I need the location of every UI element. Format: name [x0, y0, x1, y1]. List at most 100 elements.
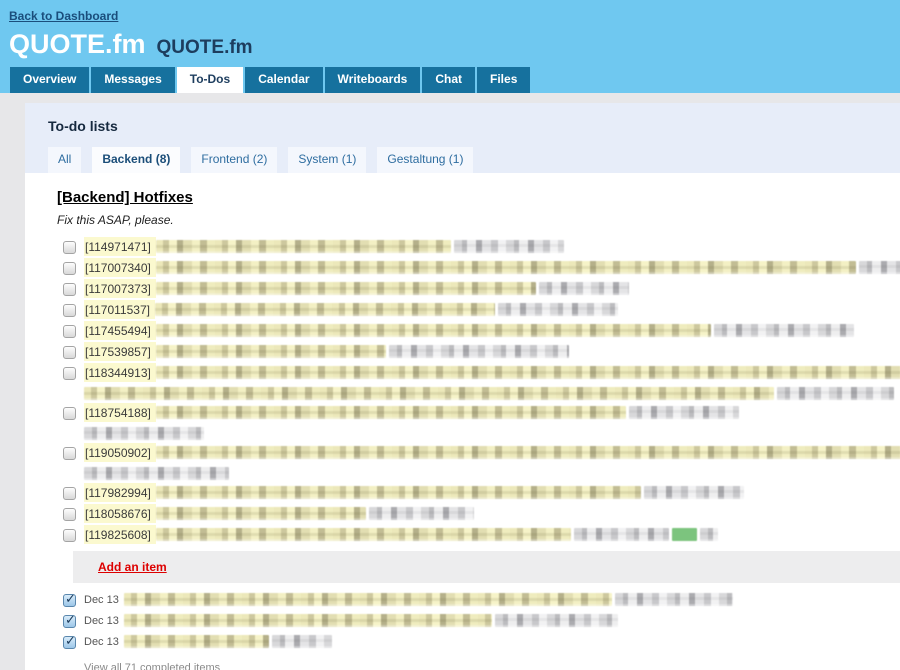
- todo-item-highlight: [114971471]: [84, 237, 156, 256]
- todo-item: [117007373]: [63, 282, 900, 296]
- completed-checkbox[interactable]: [63, 636, 76, 649]
- redacted-text-plain: [629, 406, 739, 419]
- redacted-text-plain: [644, 486, 744, 499]
- todo-checkbox[interactable]: [63, 367, 76, 380]
- tab-messages[interactable]: Messages: [91, 67, 174, 93]
- todo-checkbox[interactable]: [63, 346, 76, 359]
- todo-panel: To-do lists All Backend (8) Frontend (2) Sy…: [25, 103, 900, 670]
- todo-item-id: [117455494]: [85, 324, 154, 338]
- tab-calendar[interactable]: Calendar: [245, 67, 322, 93]
- redacted-text-plain: [777, 387, 894, 400]
- todo-item-line: [84, 427, 739, 441]
- todo-item: [117007340]: [63, 261, 900, 275]
- project-name: QUOTE.fm: [157, 37, 253, 59]
- todo-item-text: [117455494]: [84, 324, 854, 338]
- project-header: Back to Dashboard QUOTE.fm QUOTE.fm Over…: [0, 0, 900, 93]
- tab-to-dos[interactable]: To-Dos: [177, 67, 243, 93]
- todo-item-id: [117011537]: [85, 303, 153, 317]
- redacted-text-plain: [454, 240, 564, 253]
- todo-item-text: [117007340]: [84, 261, 900, 275]
- redacted-text-highlighted: [156, 261, 856, 274]
- todo-item: [119050902]: [63, 446, 900, 481]
- app-logo[interactable]: QUOTE.fm: [9, 29, 146, 60]
- todo-item-highlight: [117982994]: [84, 483, 156, 502]
- todo-checkbox[interactable]: [63, 447, 76, 460]
- redacted-text-highlighted: [156, 406, 626, 419]
- redacted-text-highlighted: [156, 345, 386, 358]
- add-item-link[interactable]: Add an item: [98, 560, 167, 574]
- todo-item-line: [117007340]: [84, 261, 900, 275]
- todo-item: [117011537]: [63, 303, 900, 317]
- todo-checkbox[interactable]: [63, 241, 76, 254]
- tab-files[interactable]: Files: [477, 67, 530, 93]
- redacted-text-highlighted: [155, 303, 495, 316]
- todo-items: [114971471] [117007340] [117007373] [117…: [57, 240, 900, 542]
- back-row: Back to Dashboard: [0, 0, 900, 28]
- todo-item-line: [117007373]: [84, 282, 629, 296]
- tab-writeboards[interactable]: Writeboards: [325, 67, 421, 93]
- todo-checkbox[interactable]: [63, 325, 76, 338]
- list-content: [Backend] Hotfixes Fix this ASAP, please…: [25, 173, 900, 670]
- todo-item-text: [117007373]: [84, 282, 629, 296]
- todo-item-line: [118344913]: [84, 366, 900, 380]
- todo-item-line: [84, 387, 900, 401]
- redacted-text-plain: [498, 303, 618, 316]
- todo-item-id: [118754188]: [85, 406, 154, 420]
- redacted-text-highlighted: [124, 635, 269, 648]
- redacted-text-plain: [714, 324, 854, 337]
- todo-checkbox[interactable]: [63, 407, 76, 420]
- filter-backend-8[interactable]: Backend (8): [92, 147, 180, 173]
- completed-item: Dec 13: [63, 635, 900, 649]
- redacted-text-plain: [700, 528, 718, 541]
- filter-frontend-2[interactable]: Frontend (2): [191, 147, 277, 173]
- todo-item-id: [117982994]: [85, 486, 154, 500]
- redacted-text-highlighted: [156, 324, 711, 337]
- page-body: To-do lists All Backend (8) Frontend (2) Sy…: [0, 93, 900, 670]
- redacted-text-plain: [574, 528, 669, 541]
- list-title[interactable]: [Backend] Hotfixes: [57, 189, 193, 206]
- redacted-text-plain: [859, 261, 900, 274]
- completed-items: Dec 13Dec 13Dec 13: [57, 593, 900, 649]
- app-window: Back to Dashboard QUOTE.fm QUOTE.fm Over…: [0, 0, 900, 670]
- view-all-completed-link[interactable]: View all 71 completed items: [84, 662, 220, 670]
- filter-all[interactable]: All: [48, 147, 81, 173]
- todo-checkbox[interactable]: [63, 304, 76, 317]
- todo-checkbox[interactable]: [63, 487, 76, 500]
- todo-item: [117455494]: [63, 324, 900, 338]
- todo-item-line: [117539857]: [84, 345, 569, 359]
- todo-checkbox[interactable]: [63, 283, 76, 296]
- filter-gestaltung-1[interactable]: Gestaltung (1): [377, 147, 473, 173]
- todo-item-text: [117539857]: [84, 345, 569, 359]
- todo-checkbox[interactable]: [63, 262, 76, 275]
- todo-item-highlight: [117539857]: [84, 342, 156, 361]
- completed-item: Dec 13: [63, 593, 900, 607]
- completed-checkbox[interactable]: [63, 615, 76, 628]
- completed-date: Dec 13: [84, 593, 124, 606]
- section-title: To-do lists: [48, 118, 118, 134]
- todo-item-id: [117539857]: [85, 345, 154, 359]
- completed-checkbox[interactable]: [63, 594, 76, 607]
- todo-checkbox[interactable]: [63, 529, 76, 542]
- filter-system-1[interactable]: System (1): [288, 147, 366, 173]
- redacted-text-highlighted: [124, 614, 492, 627]
- todo-item-line: [118058676]: [84, 507, 474, 521]
- redacted-text-highlighted: [156, 446, 900, 459]
- redacted-text-plain: [495, 614, 618, 627]
- tab-overview[interactable]: Overview: [10, 67, 89, 93]
- tab-chat[interactable]: Chat: [422, 67, 475, 93]
- todo-item-highlight: [118058676]: [84, 504, 156, 523]
- todo-checkbox[interactable]: [63, 508, 76, 521]
- section-header: To-do lists: [25, 103, 900, 147]
- todo-item-highlight: [118754188]: [84, 403, 156, 422]
- redacted-text-plain: [615, 593, 733, 606]
- redacted-text-plain: [84, 427, 204, 440]
- todo-item-highlight: [117455494]: [84, 321, 156, 340]
- todo-item-text: [114971471]: [84, 240, 564, 254]
- todo-item-text: [118344913]: [84, 366, 900, 401]
- todo-item-highlight: [117011537]: [84, 300, 155, 319]
- back-to-dashboard-link[interactable]: Back to Dashboard: [9, 9, 118, 23]
- todo-item: [117539857]: [63, 345, 900, 359]
- todo-item-line: [119050902]: [84, 446, 900, 460]
- todo-item-line: [114971471]: [84, 240, 564, 254]
- redacted-text-green: [672, 528, 697, 541]
